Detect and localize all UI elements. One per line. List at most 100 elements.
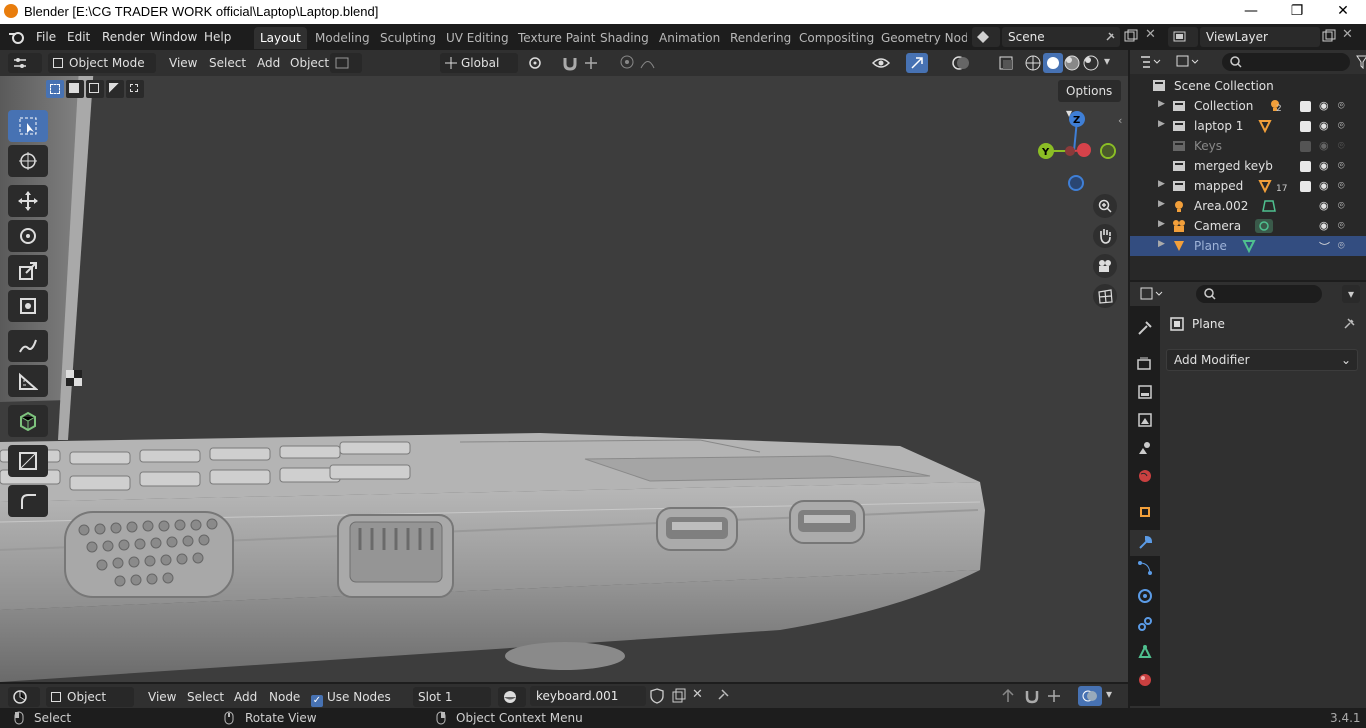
- exclude-checkbox[interactable]: [1300, 141, 1311, 152]
- scene-name-field[interactable]: Scene: [1002, 27, 1120, 47]
- material-shading-icon[interactable]: [1063, 54, 1081, 72]
- vp-menu-view[interactable]: View: [164, 53, 202, 73]
- render-camera-icon[interactable]: ⌾: [1338, 239, 1345, 253]
- duplicate-material-icon[interactable]: [671, 688, 687, 704]
- new-viewlayer-icon[interactable]: [1322, 29, 1336, 43]
- tab-material-icon[interactable]: [1137, 672, 1153, 688]
- vp-menu-object[interactable]: Object: [285, 53, 334, 73]
- snap-magnet-icon[interactable]: [562, 55, 578, 71]
- options-dropdown[interactable]: Options ▾: [1058, 80, 1121, 120]
- navigation-gizmo[interactable]: Z Y: [1034, 108, 1120, 192]
- gizmo-toggle-button[interactable]: [906, 53, 928, 73]
- parent-node-icon[interactable]: [1000, 688, 1016, 704]
- unlink-material-icon[interactable]: ✕: [692, 687, 703, 702]
- visibility-eye-icon[interactable]: ◉: [1319, 99, 1329, 112]
- outliner-row-keys[interactable]: Keys ◉ ⌾: [1130, 136, 1366, 156]
- blender-menu-icon[interactable]: [8, 29, 26, 45]
- outliner-row-merged-keyb[interactable]: merged keyb ◉ ⌾: [1130, 156, 1366, 176]
- close-button[interactable]: ✕: [1320, 0, 1366, 24]
- material-name-field[interactable]: keyboard.001: [530, 686, 646, 706]
- exclude-checkbox[interactable]: [1300, 181, 1311, 192]
- render-camera-icon[interactable]: ⌾: [1338, 159, 1345, 173]
- add-modifier-dropdown[interactable]: Add Modifier ⌄: [1166, 349, 1358, 371]
- display-mode-icon[interactable]: [1176, 55, 1202, 69]
- select-subtract-button[interactable]: [86, 80, 104, 98]
- visibility-icon[interactable]: [872, 55, 894, 71]
- xray-icon[interactable]: [998, 55, 1014, 71]
- camera-view-button[interactable]: [1093, 254, 1117, 278]
- use-nodes-toggle[interactable]: ✓ Use Nodes: [306, 687, 396, 707]
- tool-select-box[interactable]: [8, 110, 48, 142]
- expand-arrow-icon[interactable]: ▶: [1158, 239, 1165, 249]
- tab-data-icon[interactable]: [1137, 644, 1153, 660]
- tab-modifiers-active[interactable]: [1130, 530, 1160, 556]
- tab-view-layer-icon[interactable]: [1137, 412, 1153, 428]
- visibility-eye-closed-icon[interactable]: ︶: [1319, 239, 1330, 255]
- solid-shading-button[interactable]: [1043, 53, 1063, 73]
- visibility-eye-icon[interactable]: ◉: [1319, 119, 1329, 132]
- scene-browse-button[interactable]: [972, 27, 1000, 47]
- delete-scene-icon[interactable]: ✕: [1145, 27, 1156, 42]
- pin-icon[interactable]: [1104, 31, 1116, 43]
- rendered-shading-icon[interactable]: [1082, 54, 1100, 72]
- menu-render[interactable]: Render: [102, 28, 145, 46]
- node-menu-node[interactable]: Node: [264, 687, 305, 707]
- select-invert-button[interactable]: [106, 80, 124, 98]
- properties-options-icon[interactable]: ▾: [1342, 285, 1360, 303]
- node-snap-target-icon[interactable]: [1046, 688, 1072, 704]
- outliner-row-area-002[interactable]: ▶ Area.002 ◉ ⌾: [1130, 196, 1366, 216]
- use-nodes-checkbox[interactable]: ✓: [311, 695, 323, 707]
- tool-add-cube[interactable]: [8, 405, 48, 437]
- visibility-eye-icon[interactable]: ◉: [1319, 219, 1329, 232]
- vp-menu-select[interactable]: Select: [204, 53, 251, 73]
- material-browse-button[interactable]: [498, 687, 526, 707]
- tab-layout[interactable]: Layout: [254, 27, 307, 49]
- mode-dropdown[interactable]: Object Mode: [48, 53, 156, 73]
- orientation-dropdown[interactable]: Global: [440, 53, 518, 73]
- tab-rendering[interactable]: Rendering: [724, 27, 797, 49]
- tab-physics-icon[interactable]: [1137, 588, 1153, 604]
- tab-animation[interactable]: Animation: [653, 27, 726, 49]
- shader-type-dropdown[interactable]: Object: [46, 687, 134, 707]
- overlays-icon[interactable]: [952, 54, 970, 72]
- minimize-button[interactable]: —: [1228, 0, 1274, 24]
- maximize-button[interactable]: ❐: [1274, 0, 1320, 24]
- pan-button[interactable]: [1093, 224, 1117, 248]
- visibility-eye-icon[interactable]: ◉: [1319, 179, 1329, 192]
- properties-pin-icon[interactable]: [1342, 317, 1356, 331]
- expand-arrow-icon[interactable]: ▶: [1158, 99, 1165, 109]
- outliner-row-plane[interactable]: ▶ Plane ︶ ⌾: [1130, 236, 1366, 256]
- tool-annotate[interactable]: [8, 330, 48, 362]
- slot-dropdown[interactable]: Slot 1: [413, 687, 491, 707]
- exclude-checkbox[interactable]: [1300, 121, 1311, 132]
- tool-move[interactable]: [8, 185, 48, 217]
- filter-icon[interactable]: [1356, 55, 1366, 69]
- menu-edit[interactable]: Edit: [67, 28, 90, 46]
- tab-particles-icon[interactable]: [1137, 560, 1153, 576]
- sidebar-toggle-icon[interactable]: ‹: [1118, 114, 1122, 127]
- fake-user-shield-icon[interactable]: [650, 688, 664, 704]
- node-overlay-options-icon[interactable]: ▾: [1106, 687, 1112, 701]
- checker-icon[interactable]: [66, 370, 82, 386]
- snap-target-icon[interactable]: [583, 55, 605, 71]
- render-camera-icon[interactable]: ⌾: [1338, 99, 1345, 113]
- outliner-row-collection[interactable]: ▶ Collection 2 ◉ ⌾: [1130, 96, 1366, 116]
- tab-constraints-icon[interactable]: [1137, 616, 1153, 632]
- select-intersect-button[interactable]: [126, 80, 144, 98]
- wireframe-shading-icon[interactable]: [1024, 54, 1042, 72]
- tab-texture-paint[interactable]: Texture Paint: [512, 27, 601, 49]
- viewlayer-browse-button[interactable]: [1168, 27, 1198, 47]
- tab-shading[interactable]: Shading: [594, 27, 655, 49]
- node-editor-type-button[interactable]: [8, 687, 40, 707]
- expand-arrow-icon[interactable]: ▶: [1158, 119, 1165, 129]
- properties-search-input[interactable]: [1196, 285, 1322, 303]
- visibility-eye-icon[interactable]: ◉: [1319, 159, 1329, 172]
- node-snap-icon[interactable]: [1024, 688, 1042, 704]
- tool-curve[interactable]: [8, 485, 48, 517]
- tool-scale[interactable]: [8, 255, 48, 287]
- visibility-eye-icon[interactable]: ◉: [1319, 139, 1329, 152]
- select-new-button[interactable]: [46, 80, 64, 98]
- node-overlay-button[interactable]: [1078, 686, 1102, 706]
- tab-compositing[interactable]: Compositing: [793, 27, 880, 49]
- properties-editor-type-icon[interactable]: [1140, 287, 1166, 301]
